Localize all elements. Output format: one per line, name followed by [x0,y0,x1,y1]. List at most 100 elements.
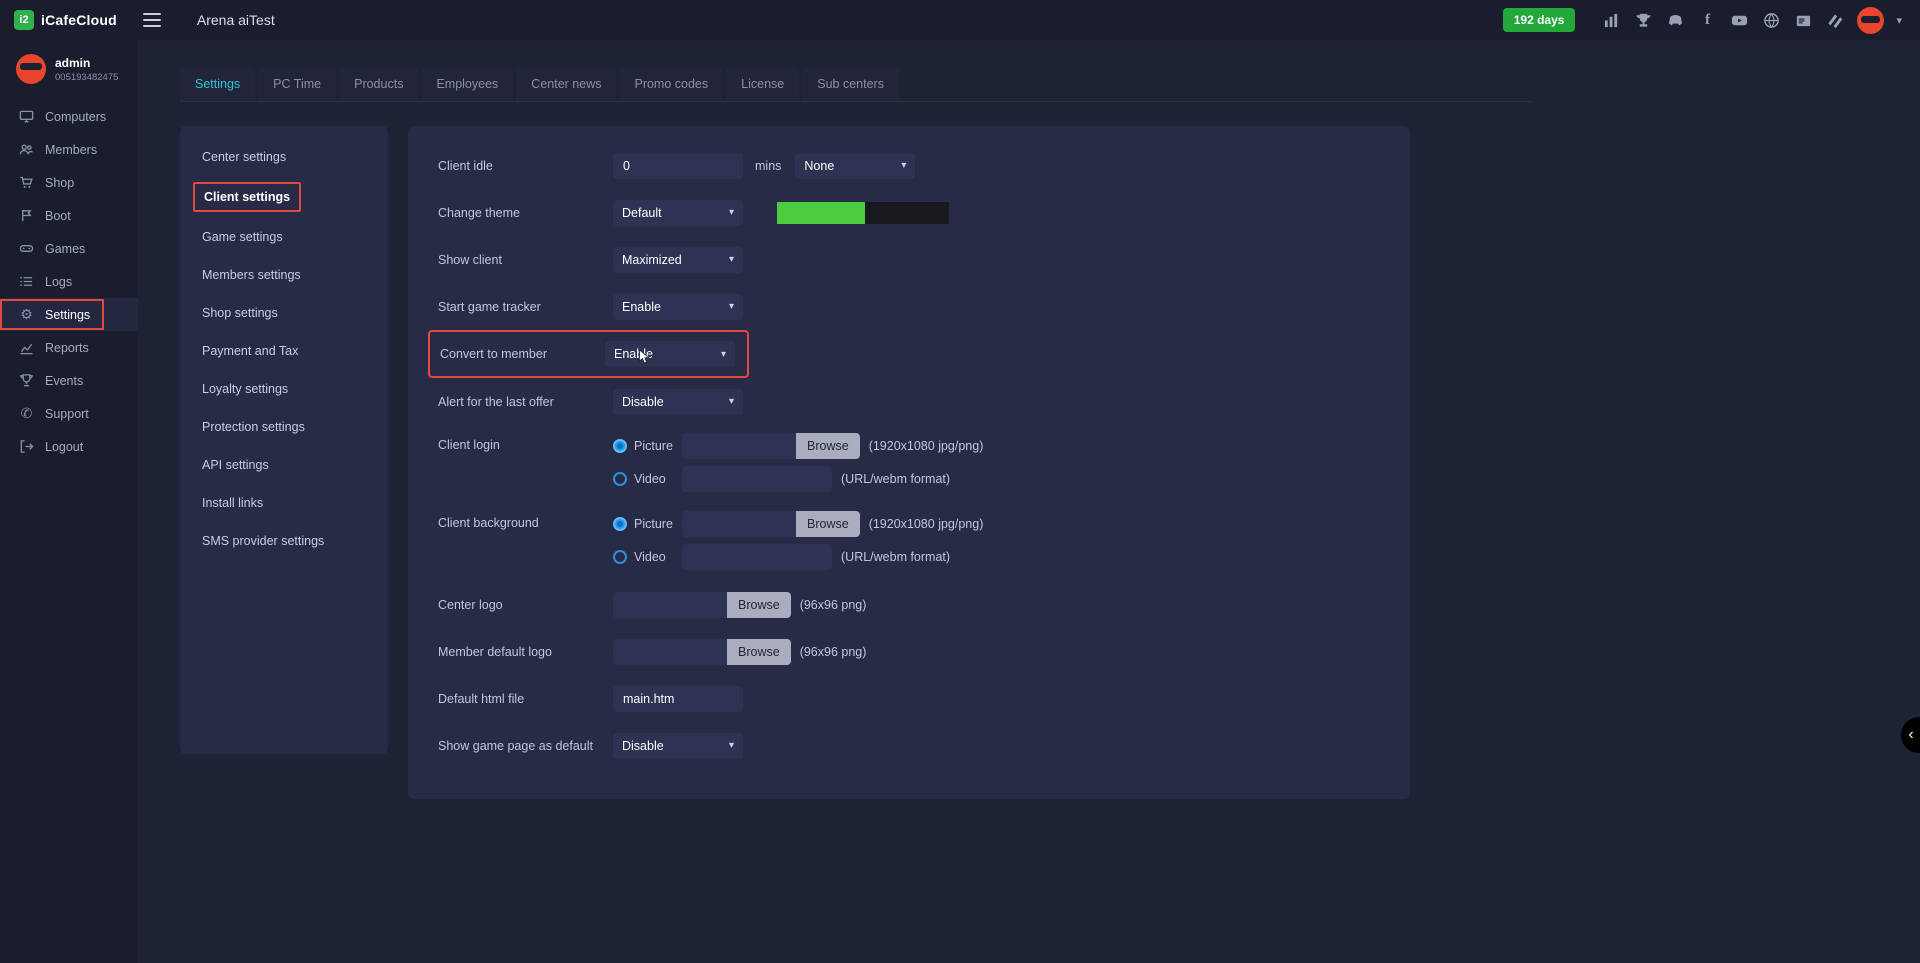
sidebar-item-members[interactable]: Members [0,133,138,166]
client-background-video-input[interactable] [682,544,832,570]
settings-nav-api-settings[interactable]: API settings [180,446,388,484]
days-badge[interactable]: 192 days [1503,8,1576,32]
settings-nav-shop-settings[interactable]: Shop settings [180,294,388,332]
sidebar-item-label: Reports [45,341,89,355]
settings-nav-center-settings[interactable]: Center settings [180,138,388,176]
user-name: admin [55,56,118,70]
client-login-picture-input[interactable] [682,433,796,459]
settings-nav-members-settings[interactable]: Members settings [180,256,388,294]
picture-option-label: Picture [634,439,682,453]
member-default-logo-browse-button[interactable]: Browse [727,639,791,665]
logo-text: iCafeCloud [41,12,117,28]
youtube-icon[interactable] [1729,10,1749,30]
client-login-picture-radio[interactable] [613,439,627,453]
show-client-label: Show client [438,253,613,267]
client-background-picture-browse-button[interactable]: Browse [796,511,860,537]
tab-products[interactable]: Products [339,68,418,101]
client-idle-input[interactable] [613,153,743,179]
convert-to-member-select[interactable]: Enable ▾ [605,341,735,367]
sidebar-avatar [16,54,46,84]
sidebar-item-support[interactable]: ✆ Support [0,397,138,430]
show-game-page-select[interactable]: Disable ▾ [613,733,743,759]
start-game-tracker-select[interactable]: Enable ▾ [613,294,743,320]
collapse-chevron-icon: ‹ [1908,726,1913,744]
client-login-video-hint: (URL/webm format) [841,472,950,486]
sidebar-user-block[interactable]: admin 005193482475 [0,40,138,100]
member-default-logo-input[interactable] [613,639,727,665]
settings-nav-payment-and-tax[interactable]: Payment and Tax [180,332,388,370]
settings-nav-sms-provider-settings[interactable]: SMS provider settings [180,522,388,560]
alert-last-offer-select[interactable]: Disable ▾ [613,389,743,415]
tab-settings[interactable]: Settings [180,68,255,101]
layers-icon[interactable] [1825,10,1845,30]
tab-sub-centers[interactable]: Sub centers [802,68,899,101]
tab-bar: Settings PC Time Products Employees Cent… [180,68,1532,102]
sidebar-item-label: Logout [45,440,83,454]
client-idle-action-select[interactable]: None ▾ [795,153,915,179]
settings-nav-game-settings[interactable]: Game settings [180,218,388,256]
tab-license[interactable]: License [726,68,799,101]
client-background-picture-radio[interactable] [613,517,627,531]
tab-center-news[interactable]: Center news [516,68,616,101]
chevron-down-icon: ▾ [729,396,734,407]
sidebar-item-logout[interactable]: Logout [0,430,138,463]
logout-icon [18,439,35,454]
show-client-select[interactable]: Maximized ▾ [613,247,743,273]
client-login-video-input[interactable] [682,466,832,492]
sidebar-item-shop[interactable]: Shop [0,166,138,199]
settings-nav-protection-settings[interactable]: Protection settings [180,408,388,446]
settings-nav-loyalty-settings[interactable]: Loyalty settings [180,370,388,408]
users-icon [18,142,35,157]
client-login-video-row: Video (URL/webm format) [613,466,983,492]
client-background-video-radio[interactable] [613,550,627,564]
form-row-member-default-logo: Member default logo Browse (96x96 png) [438,628,1380,675]
alert-last-offer-label: Alert for the last offer [438,395,613,409]
form-row-client-background: Client background Picture Browse (1920x1… [438,503,1380,581]
start-game-tracker-label: Start game tracker [438,300,613,314]
tab-pc-time[interactable]: PC Time [258,68,336,101]
default-html-file-input[interactable] [613,686,743,712]
icafecloud-logo[interactable]: i2 iCafeCloud [0,10,127,30]
center-logo-input[interactable] [613,592,727,618]
user-avatar[interactable] [1857,7,1884,34]
billing-card-icon[interactable] [1793,10,1813,30]
facebook-icon[interactable]: f [1697,10,1717,30]
phone-icon: ✆ [18,405,35,422]
stats-icon[interactable] [1601,10,1621,30]
center-logo-browse-button[interactable]: Browse [727,592,791,618]
select-value: None [804,159,834,173]
client-login-video-radio[interactable] [613,472,627,486]
tab-promo-codes[interactable]: Promo codes [619,68,723,101]
form-row-show-client: Show client Maximized ▾ [438,236,1380,283]
tab-employees[interactable]: Employees [421,68,513,101]
sidebar-item-label: Members [45,143,97,157]
discord-icon[interactable] [1665,10,1685,30]
change-theme-select[interactable]: Default ▾ [613,200,743,226]
video-option-label: Video [634,550,682,564]
show-game-page-label: Show game page as default [438,739,613,753]
hamburger-menu-icon[interactable] [135,3,169,37]
globe-icon[interactable] [1761,10,1781,30]
sidebar-item-computers[interactable]: Computers [0,100,138,133]
client-login-picture-browse-button[interactable]: Browse [796,433,860,459]
sidebar-item-label: Games [45,242,85,256]
select-value: Disable [622,739,664,753]
sidebar-item-settings[interactable]: ⚙ Settings [0,298,138,331]
boot-icon [18,208,35,223]
settings-nav-install-links[interactable]: Install links [180,484,388,522]
settings-nav-client-settings[interactable]: Client settings [180,176,388,218]
sidebar-item-logs[interactable]: Logs [0,265,138,298]
client-background-label: Client background [438,511,613,530]
sidebar-item-boot[interactable]: Boot [0,199,138,232]
sidebar-item-games[interactable]: Games [0,232,138,265]
member-default-logo-hint: (96x96 png) [800,645,867,659]
form-row-alert-for-the-last-offer: Alert for the last offer Disable ▾ [438,378,1380,425]
avatar-chevron-down-icon[interactable]: ▾ [1896,14,1902,27]
sidebar-item-events[interactable]: Events [0,364,138,397]
trophy-icon[interactable] [1633,10,1653,30]
list-icon [18,274,35,289]
theme-black-swatch [865,202,949,224]
sidebar-item-reports[interactable]: Reports [0,331,138,364]
client-background-picture-input[interactable] [682,511,796,537]
user-id: 005193482475 [55,72,118,83]
